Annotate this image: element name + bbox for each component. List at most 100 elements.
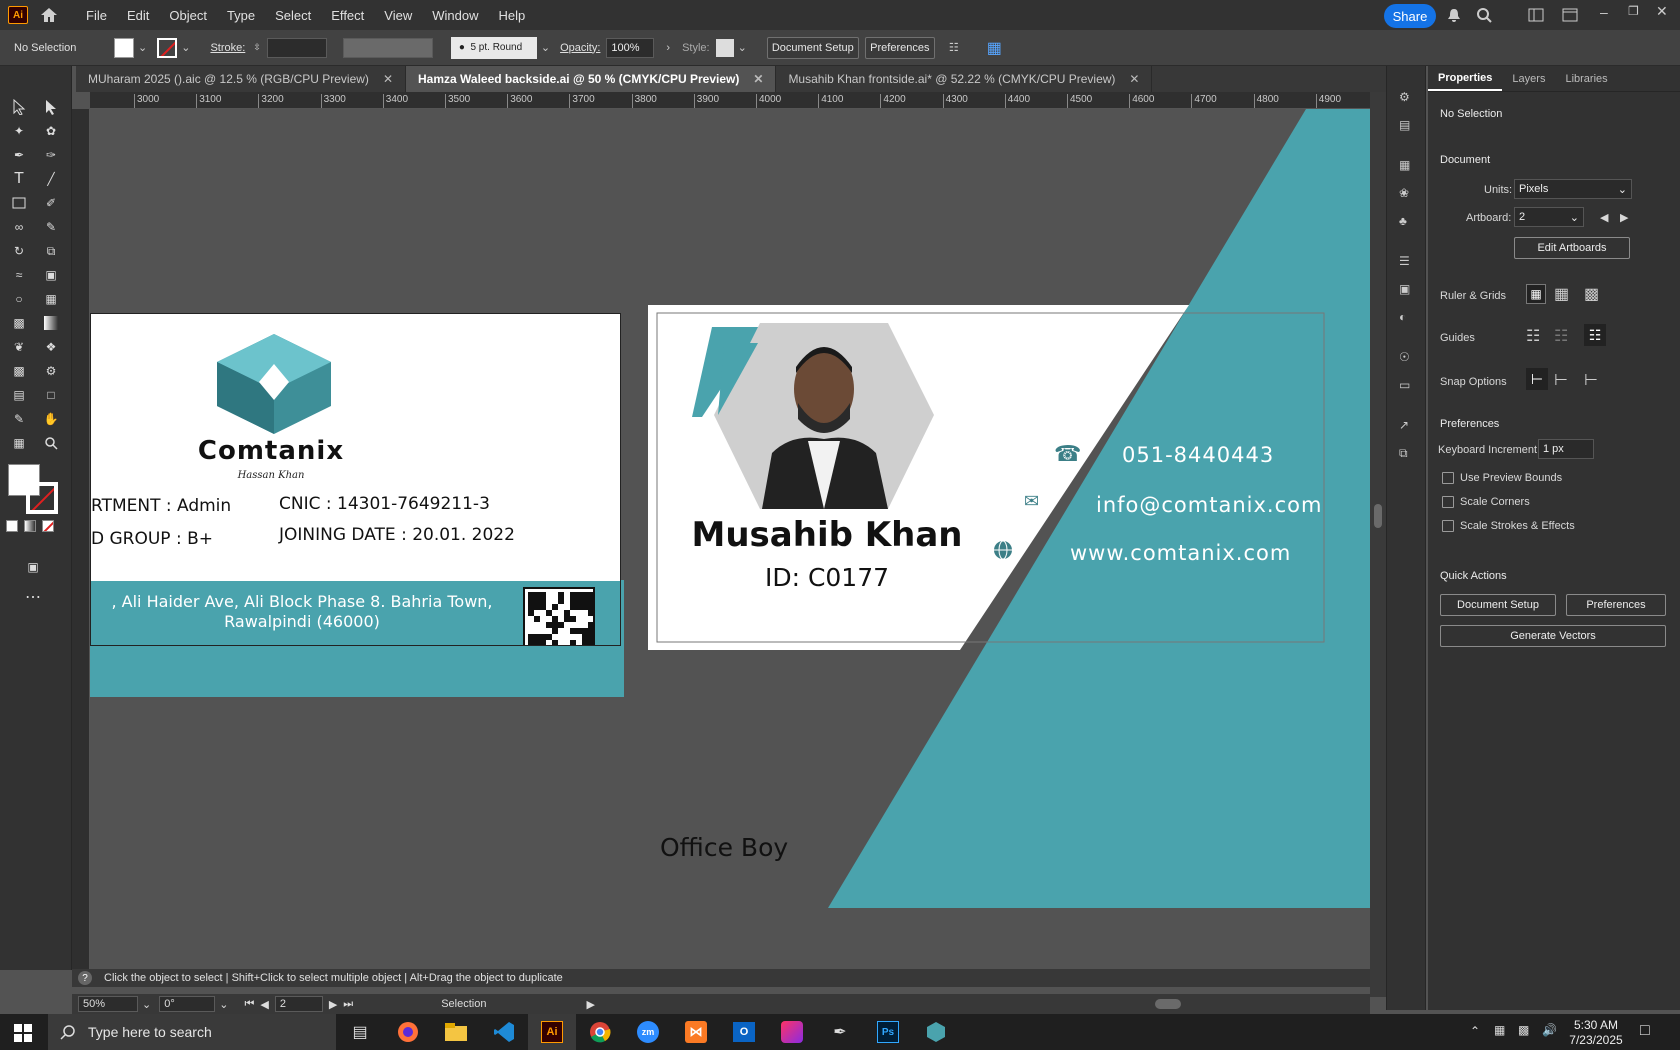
line-tool-icon[interactable]: ╱ (40, 168, 62, 190)
slice-tool-icon[interactable]: ✎ (8, 408, 30, 430)
free-transform-icon[interactable]: ▣ (40, 264, 62, 286)
graphic-styles-icon[interactable]: ▭ (1399, 378, 1410, 392)
share-button[interactable]: Share (1384, 4, 1436, 28)
lasso-icon[interactable]: ✿ (40, 120, 62, 142)
eraser-icon[interactable]: ✎ (40, 216, 62, 238)
chevron-up-icon[interactable]: ⌃ (1470, 1024, 1480, 1038)
scale-tool-icon[interactable]: ⧉ (40, 240, 62, 262)
align-icon[interactable]: ☷ (949, 41, 959, 54)
comtanix-app-icon[interactable] (912, 1014, 960, 1050)
scale-strokes-checkbox[interactable] (1442, 520, 1454, 532)
search-icon[interactable] (1476, 7, 1492, 26)
libraries-icon[interactable]: ▤ (1399, 118, 1410, 132)
snap-point-icon[interactable]: ⊢ (1526, 368, 1548, 390)
minimize-icon[interactable]: – (1600, 4, 1608, 20)
rotate-tool-icon[interactable]: ↻ (8, 240, 30, 262)
preferences-button[interactable]: Preferences (864, 36, 935, 59)
xampp-icon[interactable]: ⋈ (672, 1014, 720, 1050)
transparency-icon[interactable]: ◐ (1399, 310, 1406, 324)
illustrator-logo[interactable]: Ai (8, 6, 28, 24)
chevron-down-icon[interactable]: ⌄ (142, 998, 151, 1011)
export-icon[interactable]: ↗ (1399, 418, 1409, 432)
warp-tool-icon[interactable]: ≈ (8, 264, 30, 286)
units-dropdown[interactable]: Pixels ⌄ (1514, 179, 1632, 199)
pen-tool-icon[interactable]: ✒ (8, 144, 30, 166)
scale-corners-checkbox[interactable] (1442, 496, 1454, 508)
illustrator-taskbar-icon[interactable]: Ai (528, 1014, 576, 1050)
close-icon[interactable]: ✕ (753, 72, 763, 86)
creative-cloud-icon[interactable] (768, 1014, 816, 1050)
gradient-icon[interactable] (24, 520, 36, 532)
style-swatch[interactable] (715, 38, 734, 57)
help-icon[interactable]: ? (78, 971, 92, 985)
chevron-down-icon[interactable]: ⌄ (541, 41, 550, 54)
zoom-app-icon[interactable]: zm (624, 1014, 672, 1050)
menu-edit[interactable]: Edit (117, 8, 159, 23)
stroke-panel-icon[interactable]: ☰ (1399, 254, 1410, 268)
blend-tool-icon[interactable]: ▩ (8, 360, 30, 382)
workspace-icon[interactable] (1562, 8, 1578, 25)
bell-icon[interactable] (1446, 7, 1462, 26)
home-icon[interactable] (38, 4, 60, 26)
selection-tool-icon[interactable] (8, 96, 30, 118)
more-tools-icon[interactable]: ⋯ (22, 586, 44, 608)
artboard-number-input[interactable]: 2 (274, 996, 323, 1012)
color-icon[interactable] (6, 520, 18, 532)
curvature-tool-icon[interactable]: ✑ (40, 144, 62, 166)
stepper-icon[interactable]: ⇳ (253, 42, 261, 53)
preferences-panel-button[interactable]: Preferences (1566, 594, 1666, 616)
last-artboard-icon[interactable]: ⏭ (343, 998, 353, 1011)
variable-width-profile[interactable] (342, 37, 433, 58)
fill-swatch[interactable] (114, 37, 134, 58)
artboards-panel-icon[interactable]: ⧉ (1399, 446, 1408, 461)
status-arrow-icon[interactable]: ▶ (586, 998, 594, 1011)
mesh-tool-icon[interactable]: ▩ (8, 312, 30, 334)
opacity-input[interactable]: 100% (606, 37, 655, 58)
generate-vectors-button[interactable]: Generate Vectors (1440, 625, 1666, 647)
chevron-down-icon[interactable]: ⌄ (219, 998, 228, 1011)
vscode-icon[interactable] (480, 1014, 528, 1050)
menu-select[interactable]: Select (265, 8, 321, 23)
recolor-icon[interactable]: ▦ (987, 38, 1002, 58)
symbols-icon[interactable]: ♣ (1399, 214, 1407, 228)
arrange-icon[interactable] (1528, 8, 1544, 25)
direct-selection-tool-icon[interactable] (40, 96, 62, 118)
paintbrush-icon[interactable]: ✐ (40, 192, 62, 214)
network-icon[interactable]: ▦ (1494, 1023, 1505, 1037)
none-icon[interactable] (42, 520, 54, 532)
firefox-icon[interactable] (384, 1014, 432, 1050)
chevron-right-icon[interactable]: › (666, 42, 670, 54)
shaper-tool-icon[interactable]: ∞ (8, 216, 30, 238)
menu-view[interactable]: View (374, 8, 422, 23)
brush-definition[interactable]: ● 5 pt. Round (450, 36, 537, 59)
guides-icon[interactable]: ☷ (1526, 326, 1540, 346)
stroke-weight-input[interactable] (266, 37, 327, 58)
document-setup-button[interactable]: Document Setup (766, 36, 859, 59)
stroke-color-box[interactable] (26, 482, 58, 514)
chevron-down-icon[interactable]: ⌄ (138, 41, 147, 54)
gradient-tool-icon[interactable] (40, 312, 62, 334)
measure-icon[interactable]: ❖ (40, 336, 62, 358)
next-artboard-icon[interactable]: ▶ (329, 998, 337, 1011)
vertical-scrollbar[interactable] (1370, 92, 1386, 997)
monitor-icon[interactable]: ▩ (1518, 1023, 1529, 1037)
symbol-sprayer-icon[interactable]: ⚙ (40, 360, 62, 382)
column-graph-icon[interactable]: ▤ (8, 384, 30, 406)
photoshop-icon[interactable]: Ps (864, 1014, 912, 1050)
print-tiling-icon[interactable]: ▦ (8, 432, 30, 454)
volume-icon[interactable]: 🔊 (1542, 1023, 1557, 1037)
tab-hamza-backside[interactable]: Hamza Waleed backside.ai @ 50 % (CMYK/CP… (406, 66, 777, 92)
type-tool-icon[interactable]: T (8, 168, 30, 190)
taskbar-search[interactable]: Type here to search (48, 1014, 336, 1050)
rotate-input[interactable]: 0° (159, 996, 216, 1012)
ruler-icon[interactable]: ▦ (1526, 284, 1546, 304)
back-card[interactable]: Comtanix Hassan Khan RTMENT : Admin D GR… (90, 313, 621, 646)
next-artboard-icon[interactable]: ▶ (1620, 211, 1628, 224)
artboard-canvas[interactable]: Comtanix Hassan Khan RTMENT : Admin D GR… (90, 109, 1370, 969)
chevron-down-icon[interactable]: ⌄ (738, 41, 747, 54)
appearance-icon[interactable]: ☉ (1399, 350, 1410, 364)
horizontal-scroll-thumb[interactable] (1154, 999, 1181, 1009)
chrome-icon[interactable] (576, 1014, 624, 1050)
close-icon[interactable]: ✕ (383, 72, 393, 86)
system-clock[interactable]: 5:30 AM 7/23/2025 (1566, 1018, 1626, 1048)
